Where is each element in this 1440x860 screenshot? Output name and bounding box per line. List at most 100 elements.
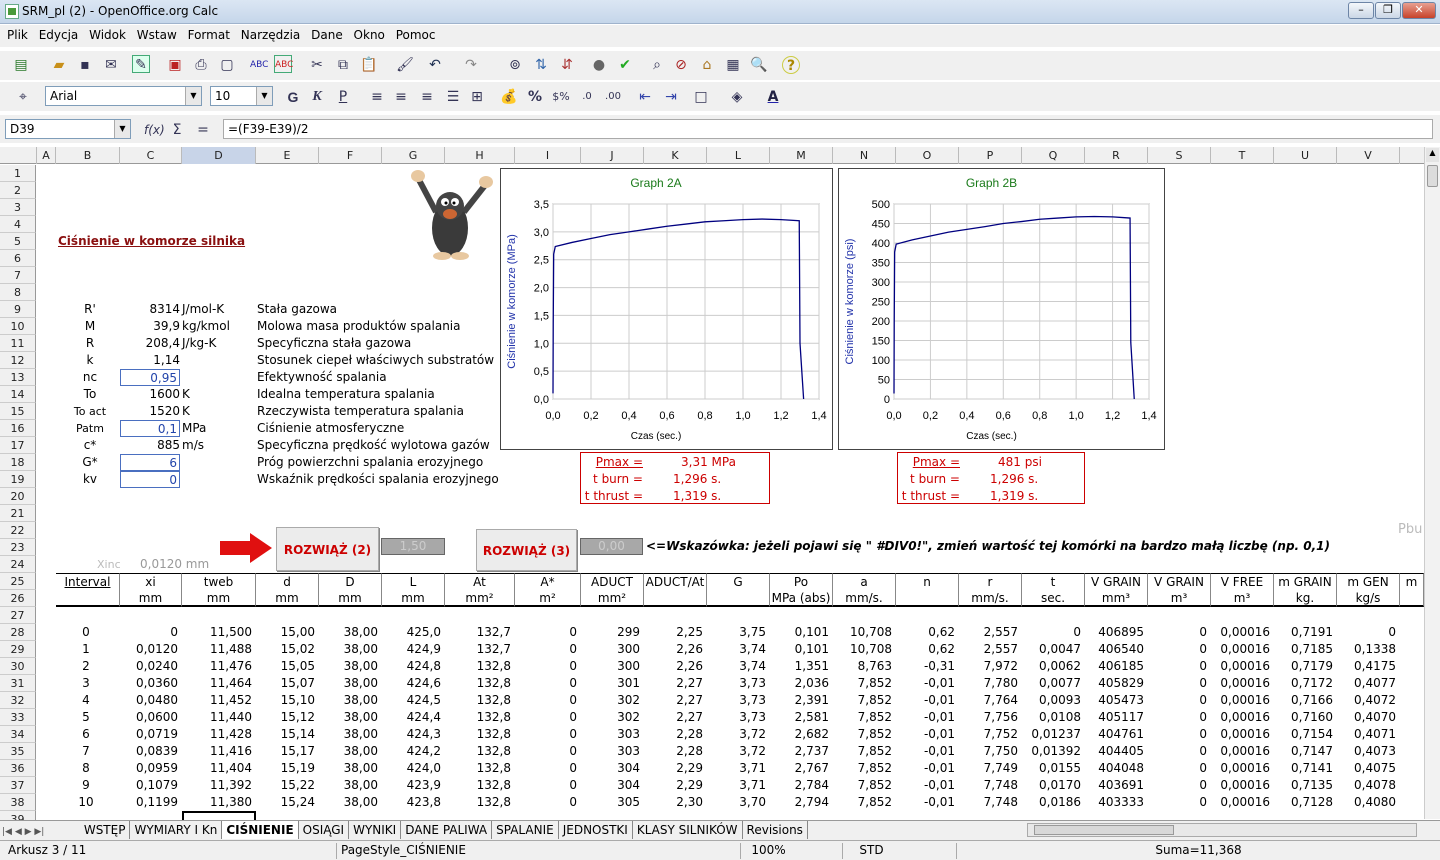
table-cell[interactable]: 2,036 [770,675,833,692]
row-header[interactable]: 32 [0,692,36,709]
table-cell[interactable]: 7,748 [959,777,1022,794]
row-header[interactable]: 21 [0,505,36,522]
table-cell[interactable]: 38,00 [319,624,382,641]
table-cell[interactable]: 2,581 [770,709,833,726]
close-button[interactable]: ✕ [1402,2,1436,19]
align-right-icon[interactable]: ≡ [418,88,436,106]
table-cell[interactable]: 0 [1148,743,1211,760]
row-header[interactable]: 19 [0,471,36,488]
table-cell[interactable]: 11,488 [182,641,256,658]
solve-3-value-box[interactable]: 0,00 [580,538,643,555]
row-header[interactable]: 11 [0,335,36,352]
styles-formatting-icon[interactable]: ⌖ [14,88,32,106]
menu-wstaw[interactable]: Wstaw [137,25,177,42]
row-header[interactable]: 12 [0,352,36,369]
table-cell[interactable]: 303 [581,726,644,743]
table-cell[interactable]: 0,7141 [1274,760,1337,777]
maximize-button[interactable]: ❐ [1375,2,1401,19]
col-header-A[interactable]: A [37,147,56,164]
row-header[interactable]: 27 [0,607,36,624]
table-cell[interactable]: 132,8 [445,675,515,692]
table-cell[interactable]: 0,0108 [1022,709,1085,726]
table-cell[interactable]: 0 [1148,624,1211,641]
align-left-icon[interactable]: ≡ [368,88,386,106]
table-cell[interactable]: 11,428 [182,726,256,743]
decrease-indent-icon[interactable]: ⇤ [636,88,654,106]
param-value[interactable]: 0,1 [120,420,180,437]
table-cell[interactable]: 10,708 [833,641,896,658]
row-header[interactable]: 23 [0,539,36,556]
table-cell[interactable]: 2,557 [959,641,1022,658]
table-cell[interactable]: 0 [1148,709,1211,726]
row-header[interactable]: 33 [0,709,36,726]
help-icon[interactable]: ? [782,56,800,74]
table-cell[interactable]: 0,1079 [120,777,182,794]
menu-pomoc[interactable]: Pomoc [396,25,436,42]
table-cell[interactable]: 7,972 [959,658,1022,675]
table-cell[interactable]: 424,9 [382,641,445,658]
table-cell[interactable]: 38,00 [319,641,382,658]
table-cell[interactable]: 0,4072 [1337,692,1400,709]
formula-input[interactable]: =(F39-E39)/2 [223,119,1433,139]
solve-2-button[interactable]: ROZWIĄŻ (2) [276,527,379,571]
table-cell[interactable]: 0 [515,777,581,794]
table-cell[interactable]: 0 [1148,658,1211,675]
table-cell[interactable]: 10 [56,794,120,811]
table-cell[interactable]: 0 [120,624,182,641]
zoom-level[interactable]: 100% [740,843,792,859]
col-header-U[interactable]: U [1274,147,1337,164]
table-cell[interactable]: 423,9 [382,777,445,794]
page-preview-icon[interactable]: ▢ [218,56,236,74]
table-cell[interactable]: 0,0186 [1022,794,1085,811]
table-cell[interactable]: 0,0093 [1022,692,1085,709]
table-cell[interactable]: 424,5 [382,692,445,709]
col-header-G[interactable]: G [382,147,445,164]
table-cell[interactable]: 15,10 [256,692,319,709]
table-cell[interactable]: 7 [56,743,120,760]
table-cell[interactable]: 305 [581,794,644,811]
justify-icon[interactable]: ☰ [444,88,462,106]
navigator-icon[interactable]: ⊘ [672,56,690,74]
table-cell[interactable]: 7,852 [833,692,896,709]
table-cell[interactable]: 0,4075 [1337,760,1400,777]
print-icon[interactable]: ⎙ [192,56,210,74]
table-cell[interactable]: 302 [581,709,644,726]
table-cell[interactable]: 15,22 [256,777,319,794]
minimize-button[interactable]: – [1348,2,1374,19]
table-cell[interactable]: 2,30 [644,794,707,811]
table-cell[interactable]: 0 [1148,794,1211,811]
table-cell[interactable]: 0 [515,641,581,658]
menu-widok[interactable]: Widok [89,25,126,42]
format-paintbrush-icon[interactable]: 🖌 [396,56,414,74]
chevron-down-icon[interactable]: ▼ [114,120,130,138]
table-cell[interactable]: 132,8 [445,743,515,760]
table-cell[interactable]: 3,73 [707,692,770,709]
save-icon[interactable]: ▪ [76,56,94,74]
table-cell[interactable]: 38,00 [319,794,382,811]
table-cell[interactable]: -0,01 [896,794,959,811]
table-cell[interactable]: 403691 [1085,777,1148,794]
align-center-icon[interactable]: ≡ [392,88,410,106]
table-cell[interactable]: 0,4175 [1337,658,1400,675]
table-cell[interactable]: 3,72 [707,726,770,743]
table-cell[interactable]: 10,708 [833,624,896,641]
chevron-down-icon[interactable]: ▼ [185,87,201,105]
table-cell[interactable]: 0,0360 [120,675,182,692]
sheet-tab[interactable]: KLASY SILNIKÓW [633,821,743,839]
param-value[interactable]: 0 [120,471,180,488]
solve-2-value-box[interactable]: 1,50 [381,538,445,555]
table-cell[interactable]: -0,01 [896,743,959,760]
increase-indent-icon[interactable]: ⇥ [662,88,680,106]
table-cell[interactable]: 405117 [1085,709,1148,726]
table-cell[interactable]: 6 [56,726,120,743]
merge-cells-icon[interactable]: ⊞ [468,88,486,106]
menu-format[interactable]: Format [188,25,230,42]
table-cell[interactable]: 405829 [1085,675,1148,692]
background-color-icon[interactable]: ◈ [728,88,746,106]
table-cell[interactable]: 38,00 [319,709,382,726]
table-cell[interactable]: 425,0 [382,624,445,641]
col-header-E[interactable]: E [256,147,319,164]
table-cell[interactable]: 0 [1148,641,1211,658]
page-style[interactable]: PageStyle_CIŚNIENIE [336,843,736,859]
table-cell[interactable]: 38,00 [319,658,382,675]
